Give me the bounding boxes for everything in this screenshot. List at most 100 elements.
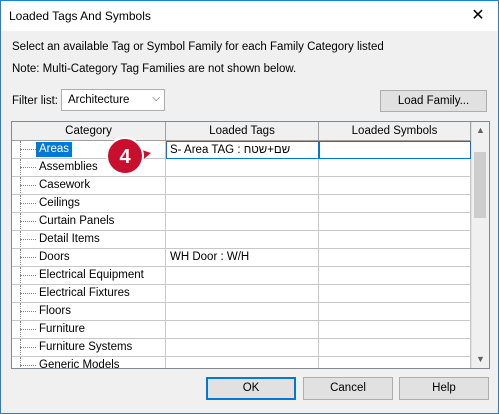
table-row[interactable]: Assemblies bbox=[12, 159, 471, 177]
ok-button[interactable]: OK bbox=[206, 377, 296, 400]
cell-loaded-symbol[interactable] bbox=[319, 213, 471, 231]
cell-loaded-symbol[interactable] bbox=[319, 303, 471, 321]
tree-line bbox=[20, 177, 21, 194]
cell-loaded-symbol[interactable] bbox=[319, 357, 471, 368]
table-row[interactable]: Furniture Systems bbox=[12, 339, 471, 357]
category-label: Furniture Systems bbox=[39, 341, 133, 353]
step-number-callout: 4 bbox=[106, 137, 151, 175]
header-loaded-tags[interactable]: Loaded Tags bbox=[166, 122, 319, 141]
chevron-down-icon: ⌵ bbox=[152, 93, 160, 104]
cell-loaded-symbol[interactable] bbox=[319, 339, 471, 357]
filter-selected-value: Architecture bbox=[68, 94, 130, 106]
category-label: Electrical Fixtures bbox=[39, 287, 130, 299]
cell-category[interactable]: Furniture Systems bbox=[12, 339, 166, 357]
category-label: Generic Models bbox=[39, 359, 120, 369]
table-row[interactable]: Casework bbox=[12, 177, 471, 195]
tree-branch bbox=[20, 221, 36, 222]
cell-loaded-symbol[interactable] bbox=[319, 285, 471, 303]
cell-loaded-symbol[interactable] bbox=[319, 195, 471, 213]
table-row[interactable]: Areas S- Area TAG : שם+שטח bbox=[12, 141, 471, 159]
category-label: Doors bbox=[39, 251, 70, 263]
category-label: Furniture bbox=[39, 323, 86, 335]
load-family-button[interactable]: Load Family... bbox=[380, 90, 487, 112]
close-icon[interactable]: ✕ bbox=[468, 6, 488, 26]
filter-label: Filter list: bbox=[12, 95, 58, 107]
cell-category[interactable]: Floors bbox=[12, 303, 166, 321]
table-row[interactable]: Electrical Equipment bbox=[12, 267, 471, 285]
cell-loaded-tag[interactable] bbox=[166, 213, 319, 231]
cell-category[interactable]: Furniture bbox=[12, 321, 166, 339]
cell-loaded-symbol[interactable] bbox=[319, 141, 471, 159]
tree-line bbox=[20, 339, 21, 356]
table-row[interactable]: Ceilings bbox=[12, 195, 471, 213]
cell-category[interactable]: Generic Models bbox=[12, 357, 166, 369]
tree-line bbox=[20, 231, 21, 248]
cell-loaded-tag[interactable] bbox=[166, 285, 319, 303]
cell-category[interactable]: Detail Items bbox=[12, 231, 166, 249]
table-row[interactable]: Detail Items bbox=[12, 231, 471, 249]
cell-loaded-tag[interactable] bbox=[166, 303, 319, 321]
tree-branch bbox=[20, 239, 36, 240]
cell-loaded-symbol[interactable] bbox=[319, 159, 471, 177]
instruction-text: Select an available Tag or Symbol Family… bbox=[12, 41, 384, 53]
tree-branch bbox=[20, 275, 36, 276]
scroll-thumb[interactable] bbox=[474, 152, 486, 218]
cell-category[interactable]: Curtain Panels bbox=[12, 213, 166, 231]
tree-line bbox=[20, 195, 21, 212]
cell-category[interactable]: Ceilings bbox=[12, 195, 166, 213]
table-row[interactable]: Furniture bbox=[12, 321, 471, 339]
category-label: Assemblies bbox=[39, 161, 98, 173]
category-label: Floors bbox=[39, 305, 71, 317]
cancel-button[interactable]: Cancel bbox=[303, 377, 393, 400]
tree-branch bbox=[20, 149, 36, 150]
cell-loaded-tag[interactable]: S- Area TAG : שם+שטח bbox=[166, 141, 319, 159]
table-row[interactable]: Floors bbox=[12, 303, 471, 321]
tree-branch bbox=[20, 167, 36, 168]
tree-branch bbox=[20, 257, 36, 258]
scroll-up-icon[interactable]: ▲ bbox=[472, 122, 489, 139]
cell-loaded-tag[interactable]: WH Door : W/H bbox=[166, 249, 319, 267]
cell-loaded-symbol[interactable] bbox=[319, 267, 471, 285]
table-row[interactable]: Electrical Fixtures bbox=[12, 285, 471, 303]
cell-loaded-symbol[interactable] bbox=[319, 321, 471, 339]
note-text: Note: Multi-Category Tag Families are no… bbox=[12, 63, 297, 75]
cell-loaded-tag[interactable] bbox=[166, 339, 319, 357]
vertical-scrollbar[interactable]: ▲ ▼ bbox=[471, 122, 489, 368]
tree-branch bbox=[20, 347, 36, 348]
window-title: Loaded Tags And Symbols bbox=[9, 9, 151, 23]
category-label: Areas bbox=[36, 142, 73, 157]
cell-category[interactable]: Electrical Equipment bbox=[12, 267, 166, 285]
table-row[interactable]: Generic Models bbox=[12, 357, 471, 369]
cell-loaded-tag[interactable] bbox=[166, 321, 319, 339]
help-button[interactable]: Help bbox=[399, 377, 489, 400]
tree-line bbox=[20, 303, 21, 320]
tree-branch bbox=[20, 203, 36, 204]
cell-loaded-symbol[interactable] bbox=[319, 231, 471, 249]
tree-line bbox=[20, 285, 21, 302]
category-label: Electrical Equipment bbox=[39, 269, 144, 281]
callout-number: 4 bbox=[119, 146, 131, 168]
tree-line bbox=[20, 159, 21, 176]
cell-loaded-tag[interactable] bbox=[166, 159, 319, 177]
cell-category[interactable]: Doors bbox=[12, 249, 166, 267]
table-row[interactable]: Doors WH Door : W/H bbox=[12, 249, 471, 267]
cell-loaded-tag[interactable] bbox=[166, 357, 319, 368]
cell-loaded-symbol[interactable] bbox=[319, 177, 471, 195]
tree-line bbox=[20, 267, 21, 284]
category-grid: Category Loaded Tags Loaded Symbols Area… bbox=[11, 121, 490, 369]
category-label: Curtain Panels bbox=[39, 215, 115, 227]
cell-loaded-tag[interactable] bbox=[166, 231, 319, 249]
cell-loaded-tag[interactable] bbox=[166, 195, 319, 213]
header-loaded-symbols[interactable]: Loaded Symbols bbox=[319, 122, 471, 141]
tree-line bbox=[20, 357, 21, 368]
cell-category[interactable]: Electrical Fixtures bbox=[12, 285, 166, 303]
cell-loaded-symbol[interactable] bbox=[319, 249, 471, 267]
tree-branch bbox=[20, 185, 36, 186]
tree-branch bbox=[20, 311, 36, 312]
table-row[interactable]: Curtain Panels bbox=[12, 213, 471, 231]
filter-list-dropdown[interactable]: Architecture ⌵ bbox=[61, 89, 165, 111]
cell-loaded-tag[interactable] bbox=[166, 177, 319, 195]
cell-loaded-tag[interactable] bbox=[166, 267, 319, 285]
tree-line bbox=[20, 249, 21, 266]
scroll-down-icon[interactable]: ▼ bbox=[472, 351, 489, 368]
